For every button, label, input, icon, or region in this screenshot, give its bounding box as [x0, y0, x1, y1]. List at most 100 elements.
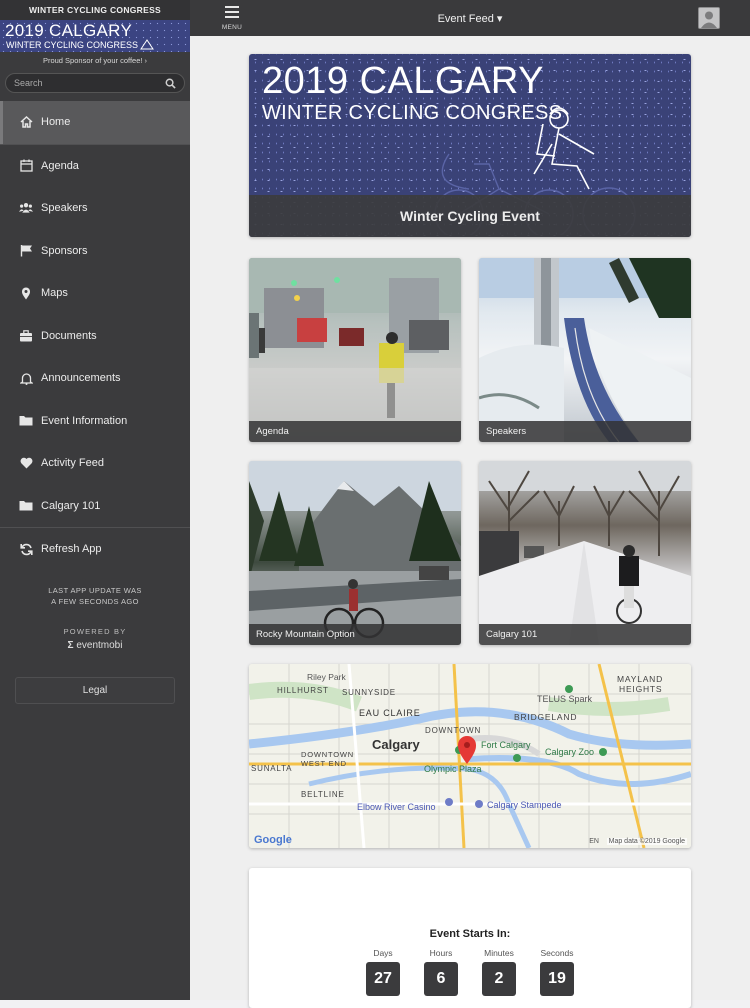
- countdown-unit-value: 2: [482, 962, 516, 996]
- countdown-unit-label: Hours: [429, 948, 453, 958]
- map-label: Fort Calgary: [481, 740, 531, 750]
- map-label: Calgary Stampede: [487, 800, 562, 810]
- mountain-road-photo: [249, 461, 461, 645]
- map-attribution: Map data ©2019 Google: [606, 838, 687, 845]
- hero-subtitle: WINTER CYCLING CONGRESS: [262, 102, 563, 124]
- sidebar-item-home[interactable]: Home: [0, 101, 190, 144]
- search-icon[interactable]: [165, 78, 176, 89]
- refresh-icon: [19, 542, 33, 556]
- search-box: [5, 73, 185, 93]
- sidebar-title: WINTER CYCLING CONGRESS: [0, 0, 190, 20]
- countdown-seconds: Seconds 19: [537, 948, 577, 996]
- map-label: DOWNTOWN: [425, 726, 482, 735]
- map-label: TELUS Spark: [537, 694, 593, 704]
- menu-label: MENU: [221, 24, 243, 31]
- folder-icon: [19, 499, 33, 513]
- map-label: EAU CLAIRE: [359, 708, 421, 718]
- calendar-icon: [19, 159, 33, 173]
- home-icon: [19, 115, 33, 129]
- snowy-street-photo: [479, 461, 691, 645]
- bike-path-photo: [479, 258, 691, 442]
- eventmobi-mark-icon: Σ: [67, 639, 74, 651]
- sidebar-event-banner[interactable]: 2019 CALGARY WINTER CYCLING CONGRESS: [0, 20, 190, 52]
- countdown-unit-label: Days: [373, 948, 393, 958]
- sidebar-item-agenda[interactable]: Agenda: [0, 145, 190, 188]
- google-logo: Google: [254, 834, 292, 846]
- sidebar-item-label: Announcements: [41, 372, 121, 385]
- event-countdown: Event Starts In: Days 27 Hours 6 Minutes…: [249, 868, 691, 1008]
- countdown-days: Days 27: [363, 948, 403, 996]
- countdown-minutes: Minutes 2: [479, 948, 519, 996]
- map-label: MAYLAND: [617, 674, 664, 684]
- tile-agenda[interactable]: Agenda: [249, 258, 461, 442]
- map-label: SUNALTA: [251, 764, 293, 773]
- eventmobi-logo-text: eventmobi: [76, 639, 123, 651]
- last-update-note: LAST APP UPDATE WAS A FEW SECONDS AGO: [0, 585, 190, 607]
- last-update-line2: A FEW SECONDS AGO: [51, 596, 139, 606]
- map-locale: EN: [589, 838, 599, 845]
- sidebar-item-maps[interactable]: Maps: [0, 272, 190, 315]
- countdown-unit-value: 6: [424, 962, 458, 996]
- countdown-unit-value: 19: [540, 962, 574, 996]
- eventmobi-logo: Σ eventmobi: [0, 640, 190, 651]
- map-label: Elbow River Casino: [357, 802, 436, 812]
- sidebar-item-speakers[interactable]: Speakers: [0, 187, 190, 230]
- refresh-app-label: Refresh App: [41, 543, 102, 556]
- sponsor-link[interactable]: Proud Sponsor of your coffee! ›: [0, 52, 190, 69]
- sidebar-item-label: Calgary 101: [41, 499, 101, 512]
- sidebar-nav: Home Agenda Speakers Sponsors Maps Docum…: [0, 101, 190, 571]
- sidebar-item-documents[interactable]: Documents: [0, 315, 190, 358]
- tile-rocky-mountain-option[interactable]: Rocky Mountain Option: [249, 461, 461, 645]
- search-input[interactable]: [14, 76, 159, 90]
- map-label: SUNNYSIDE: [342, 688, 396, 697]
- sidebar-item-label: Documents: [41, 329, 97, 342]
- last-update-line1: LAST APP UPDATE WAS: [48, 585, 142, 595]
- powered-by-label: POWERED BY: [63, 626, 127, 636]
- mountain-icon: [140, 39, 154, 50]
- map-label: Calgary: [372, 737, 420, 752]
- top-bar: MENU Event Feed ▾: [190, 0, 750, 36]
- map-pin-icon: [19, 286, 33, 300]
- tile-caption: Agenda: [249, 421, 461, 442]
- map-label: BELTLINE: [301, 790, 345, 799]
- sidebar-item-label: Agenda: [41, 159, 79, 172]
- street-snow-photo: [249, 258, 461, 442]
- sidebar-item-label: Activity Feed: [41, 457, 104, 470]
- sidebar-item-sponsors[interactable]: Sponsors: [0, 230, 190, 273]
- banner-year-city: 2019 CALGARY: [5, 21, 133, 40]
- sidebar-item-label: Maps: [41, 287, 68, 300]
- refresh-app-button[interactable]: Refresh App: [0, 528, 190, 571]
- countdown-title: Event Starts In:: [429, 928, 511, 940]
- sidebar-item-event-information[interactable]: Event Information: [0, 400, 190, 443]
- hero-caption: Winter Cycling Event: [249, 195, 691, 237]
- sidebar: WINTER CYCLING CONGRESS 2019 CALGARY WIN…: [0, 0, 190, 1000]
- sidebar-item-activity-feed[interactable]: Activity Feed: [0, 442, 190, 485]
- tile-calgary-101[interactable]: Calgary 101: [479, 461, 691, 645]
- countdown-unit-label: Minutes: [484, 948, 514, 958]
- map-label: Olympic Plaza: [424, 764, 482, 774]
- sidebar-item-label: Home: [41, 116, 71, 129]
- tile-speakers[interactable]: Speakers: [479, 258, 691, 442]
- main-content: 2019 CALGARY WINTER CYCLING CONGRESS Win…: [190, 36, 750, 1008]
- sidebar-item-label: Sponsors: [41, 244, 88, 257]
- event-feed-dropdown[interactable]: Event Feed ▾: [190, 12, 750, 25]
- tile-caption: Rocky Mountain Option: [249, 624, 461, 645]
- briefcase-icon: [19, 329, 33, 343]
- countdown-unit-label: Seconds: [540, 948, 574, 958]
- flag-icon: [19, 244, 33, 258]
- map-label: DOWNTOWN WEST END: [301, 750, 354, 768]
- map-label: HEIGHTS: [619, 684, 663, 694]
- avatar[interactable]: [698, 7, 720, 29]
- tile-caption: Speakers: [479, 421, 691, 442]
- event-location-map[interactable]: Riley Park HILLHURST SUNNYSIDE EAU CLAIR…: [249, 664, 691, 848]
- group-icon: [19, 201, 33, 215]
- sidebar-item-calgary-101[interactable]: Calgary 101: [0, 485, 190, 528]
- sidebar-item-label: Event Information: [41, 414, 128, 427]
- legal-button[interactable]: Legal: [15, 676, 175, 704]
- countdown-unit-value: 27: [366, 962, 400, 996]
- folder-icon: [19, 414, 33, 428]
- banner-event-name: WINTER CYCLING CONGRESS: [6, 40, 139, 50]
- event-hero-banner[interactable]: 2019 CALGARY WINTER CYCLING CONGRESS Win…: [249, 54, 691, 237]
- sidebar-item-announcements[interactable]: Announcements: [0, 357, 190, 400]
- map-label: HILLHURST: [277, 686, 329, 695]
